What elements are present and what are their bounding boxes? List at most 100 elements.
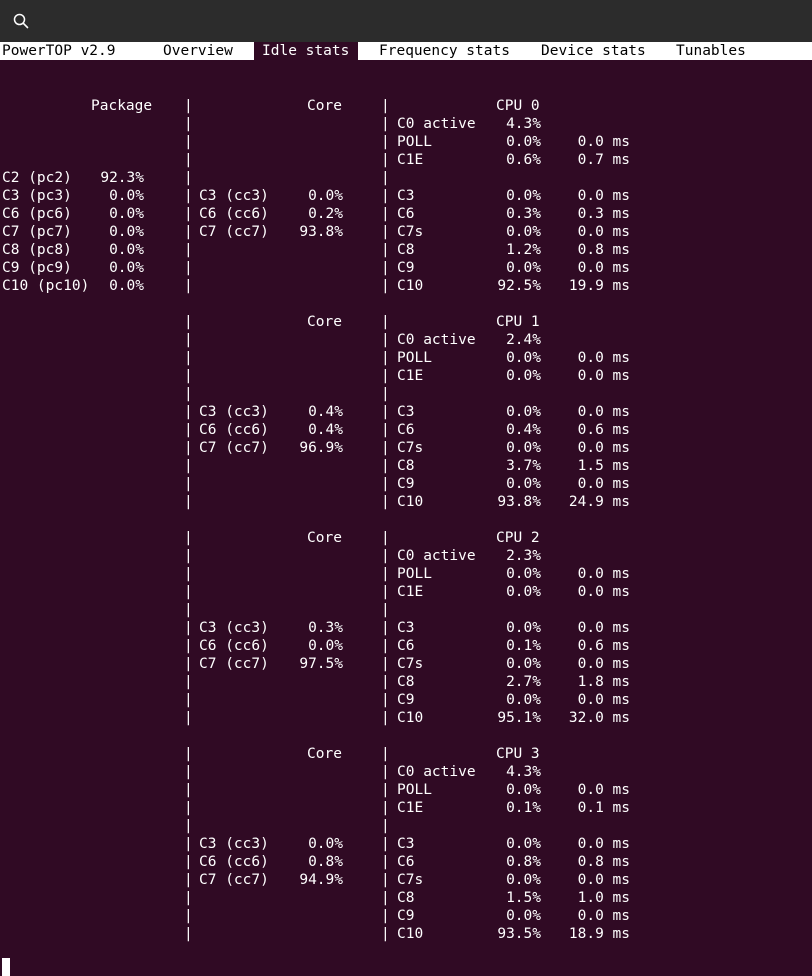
- column-separator: |: [184, 116, 193, 132]
- tab-idle-stats[interactable]: Idle stats: [254, 42, 359, 60]
- package-state-name: C6 (pc6): [2, 206, 72, 222]
- cpu-state-name: C3: [397, 836, 415, 852]
- cpu-state-row: | | C10 93.8% 24.9 ms: [0, 493, 812, 511]
- cpu-state-name: C8: [397, 674, 415, 690]
- package-state-value: 92.3%: [100, 170, 144, 186]
- core-state-value: 0.2%: [308, 206, 343, 222]
- cpu-state-name: C6: [397, 422, 415, 438]
- column-separator: |: [184, 242, 193, 258]
- column-separator: |: [381, 332, 390, 348]
- cpu-state-row: | C7 (cc7) 94.9% | C7s 0.0% 0.0 ms: [0, 871, 812, 889]
- package-state-name: C3 (pc3): [2, 188, 72, 204]
- cpu-header: CPU 1: [496, 314, 540, 330]
- column-separator: |: [184, 620, 193, 636]
- cpu-state-name: C7s: [397, 872, 424, 888]
- cpu-state-row: | | C8 1.5% 1.0 ms: [0, 889, 812, 907]
- spacer-row: | |: [0, 601, 812, 619]
- spacer-row: | |: [0, 817, 812, 835]
- column-separator: |: [381, 836, 390, 852]
- cpu-state-name: C1E: [397, 584, 424, 600]
- package-state-name: C2 (pc2): [2, 170, 72, 186]
- cpu-state-name: C7s: [397, 440, 424, 456]
- cpu-state-time: 0.8 ms: [577, 242, 630, 258]
- column-separator: |: [381, 800, 390, 816]
- cpu-state-time: 0.7 ms: [577, 152, 630, 168]
- column-separator: |: [381, 314, 390, 330]
- cpu-state-time: 0.0 ms: [577, 782, 630, 798]
- cpu-state-row: | C3 (cc3) 0.4% | C3 0.0% 0.0 ms: [0, 403, 812, 421]
- package-state-value: 0.0%: [109, 278, 144, 294]
- terminal-cursor: [2, 958, 10, 976]
- column-separator: |: [381, 638, 390, 654]
- cpu-state-row: C8 (pc8) 0.0% | | C8 1.2% 0.8 ms: [0, 241, 812, 259]
- cpu-state-time: 18.9 ms: [568, 926, 630, 942]
- core-state-name: C3 (cc3): [199, 620, 269, 636]
- column-separator: |: [381, 458, 390, 474]
- column-separator: |: [381, 908, 390, 924]
- cpu-state-percent: 0.0%: [506, 350, 541, 366]
- tab-tunables[interactable]: Tunables: [676, 42, 746, 60]
- column-separator: |: [381, 242, 390, 258]
- cpu-state-time: 0.0 ms: [577, 692, 630, 708]
- cpu-state-name: POLL: [397, 782, 432, 798]
- cpu-state-time: 19.9 ms: [568, 278, 630, 294]
- cpu-state-percent: 0.0%: [506, 440, 541, 456]
- search-icon[interactable]: [13, 13, 29, 29]
- cpu-state-time: 0.0 ms: [577, 404, 630, 420]
- column-separator: |: [381, 620, 390, 636]
- cpu-state-row: C3 (pc3) 0.0% | C3 (cc3) 0.0% | C3 0.0% 0.0 ms: [0, 187, 812, 205]
- column-separator: |: [381, 530, 390, 546]
- core-state-name: C6 (cc6): [199, 206, 269, 222]
- column-separator: |: [184, 386, 193, 402]
- cpu-state-time: 0.6 ms: [577, 422, 630, 438]
- core-state-name: C7 (cc7): [199, 440, 269, 456]
- package-state-value: 0.0%: [109, 224, 144, 240]
- cpu-state-percent: 0.0%: [506, 584, 541, 600]
- stats-header-row: | Core | CPU 2: [0, 529, 812, 547]
- cpu-state-time: 0.0 ms: [577, 260, 630, 276]
- cpu-state-name: C10: [397, 494, 424, 510]
- cpu-state-name: C6: [397, 854, 415, 870]
- cpu-state-name: C1E: [397, 800, 424, 816]
- column-separator: |: [381, 224, 390, 240]
- cpu-state-name: C9: [397, 260, 415, 276]
- core-state-value: 93.8%: [299, 224, 343, 240]
- tab-frequency-stats[interactable]: Frequency stats: [379, 42, 510, 60]
- column-separator: |: [184, 692, 193, 708]
- core-state-name: C7 (cc7): [199, 656, 269, 672]
- cpu-state-name: C9: [397, 908, 415, 924]
- column-separator: |: [381, 152, 390, 168]
- cpu-state-row: | | POLL 0.0% 0.0 ms: [0, 133, 812, 151]
- cpu-state-percent: 4.3%: [506, 764, 541, 780]
- cpu-state-time: 0.0 ms: [577, 566, 630, 582]
- package-state-name: C10 (pc10): [2, 278, 90, 294]
- cpu-state-time: 0.0 ms: [577, 350, 630, 366]
- tab-overview[interactable]: Overview: [163, 42, 233, 60]
- cpu-state-percent: 0.0%: [506, 260, 541, 276]
- tab-device-stats[interactable]: Device stats: [541, 42, 646, 60]
- column-separator: |: [184, 260, 193, 276]
- core-header: Core: [307, 530, 342, 546]
- column-separator: |: [381, 422, 390, 438]
- cpu-state-name: C8: [397, 458, 415, 474]
- package-state-value: 0.0%: [109, 242, 144, 258]
- core-state-name: C3 (cc3): [199, 836, 269, 852]
- column-separator: |: [184, 674, 193, 690]
- cpu-state-name: C6: [397, 206, 415, 222]
- cpu-state-name: C6: [397, 638, 415, 654]
- cpu-state-time: 0.0 ms: [577, 584, 630, 600]
- core-state-name: C7 (cc7): [199, 872, 269, 888]
- core-state-name: C6 (cc6): [199, 422, 269, 438]
- column-separator: |: [381, 476, 390, 492]
- cpu-state-percent: 95.1%: [497, 710, 541, 726]
- cpu-state-time: 1.8 ms: [577, 674, 630, 690]
- cpu-state-name: C3: [397, 404, 415, 420]
- cpu-state-row: | C3 (cc3) 0.3% | C3 0.0% 0.0 ms: [0, 619, 812, 637]
- package-state-name: C8 (pc8): [2, 242, 72, 258]
- cpu-state-row: | | C1E 0.6% 0.7 ms: [0, 151, 812, 169]
- column-separator: |: [184, 314, 193, 330]
- column-separator: |: [184, 782, 193, 798]
- cpu-state-row: | C6 (cc6) 0.8% | C6 0.8% 0.8 ms: [0, 853, 812, 871]
- cpu-state-percent: 0.0%: [506, 836, 541, 852]
- column-separator: |: [184, 908, 193, 924]
